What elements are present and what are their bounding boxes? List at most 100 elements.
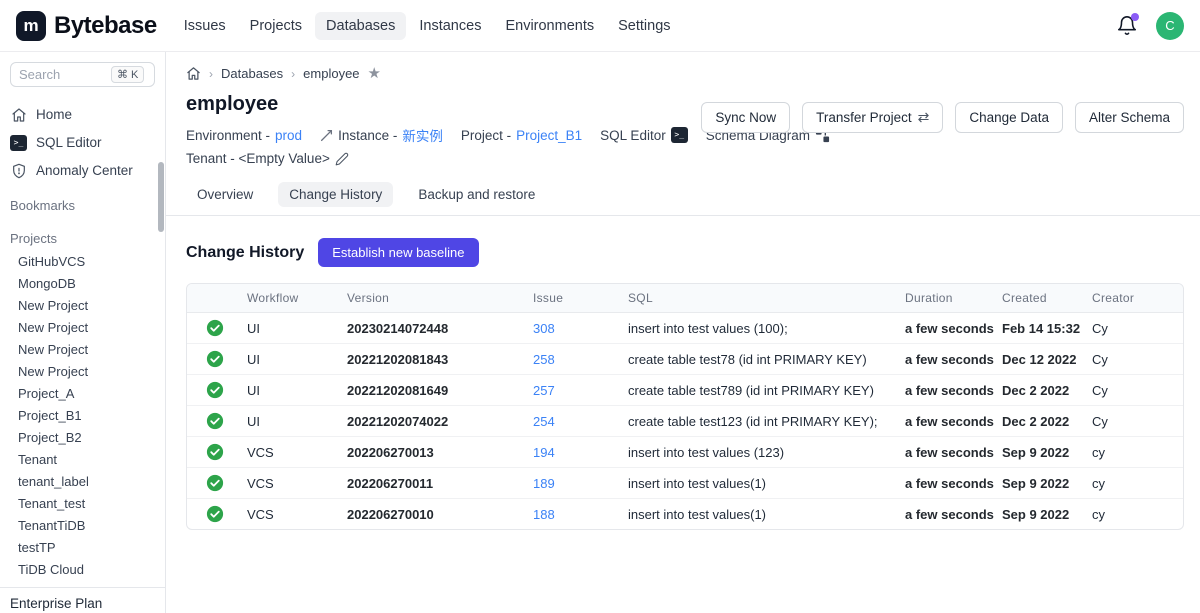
notifications-button[interactable] bbox=[1116, 15, 1138, 37]
project-item-mongodb[interactable]: MongoDB bbox=[0, 272, 165, 294]
cell-workflow: UI bbox=[243, 344, 343, 375]
nav-item-projects[interactable]: Projects bbox=[239, 12, 313, 40]
search-input[interactable] bbox=[19, 67, 111, 82]
project-item-new-project[interactable]: New Project bbox=[0, 338, 165, 360]
database-meta-row-2: Tenant - <Empty Value> bbox=[186, 151, 1184, 166]
sql-editor-link[interactable]: SQL Editor >_ bbox=[600, 127, 688, 143]
issue-link[interactable]: 257 bbox=[533, 383, 555, 398]
cell-issue: 258 bbox=[529, 344, 624, 375]
project-item-tenant[interactable]: Tenant bbox=[0, 448, 165, 470]
home-icon bbox=[186, 66, 201, 81]
cell-sql: insert into test values(1) bbox=[624, 499, 901, 530]
cell-status bbox=[187, 437, 243, 468]
project-item-tenanttidb[interactable]: TenantTiDB bbox=[0, 514, 165, 536]
sidebar: ⌘ K Home>_SQL EditorAnomaly Center Bookm… bbox=[0, 52, 166, 613]
cell-duration: a few seconds bbox=[901, 499, 998, 530]
sidebar-item-anomaly-center[interactable]: Anomaly Center bbox=[0, 157, 165, 184]
button-label: Alter Schema bbox=[1089, 110, 1170, 125]
cell-sql: insert into test values (100); bbox=[624, 313, 901, 344]
project-item-tenant-label[interactable]: tenant_label bbox=[0, 470, 165, 492]
issue-link[interactable]: 308 bbox=[533, 321, 555, 336]
issue-link[interactable]: 194 bbox=[533, 445, 555, 460]
section-heading: Change History bbox=[186, 244, 304, 262]
cell-created: Feb 14 15:32 bbox=[998, 313, 1088, 344]
tab-change-history[interactable]: Change History bbox=[278, 182, 393, 207]
tab-overview[interactable]: Overview bbox=[186, 182, 264, 207]
sidebar-item-home[interactable]: Home bbox=[0, 101, 165, 128]
sidebar-item-label: SQL Editor bbox=[36, 135, 102, 150]
cell-status bbox=[187, 468, 243, 499]
instance-meta: Instance - 新实例 bbox=[320, 125, 443, 145]
cell-version: 202206270011 bbox=[343, 468, 529, 499]
cell-status bbox=[187, 344, 243, 375]
sidebar-item-sql-editor[interactable]: >_SQL Editor bbox=[0, 129, 165, 156]
cell-created: Dec 2 2022 bbox=[998, 406, 1088, 437]
issue-link[interactable]: 254 bbox=[533, 414, 555, 429]
cell-version: 20221202081649 bbox=[343, 375, 529, 406]
column-header-creator: Creator bbox=[1088, 284, 1183, 313]
cell-created: Sep 9 2022 bbox=[998, 499, 1088, 530]
breadcrumb-databases[interactable]: Databases bbox=[221, 66, 283, 81]
project-item-project-b2[interactable]: Project_B2 bbox=[0, 426, 165, 448]
column-header-workflow: Workflow bbox=[243, 284, 343, 313]
project-item-githubvcs[interactable]: GitHubVCS bbox=[0, 250, 165, 272]
nav-item-databases[interactable]: Databases bbox=[315, 12, 406, 40]
cell-version: 202206270013 bbox=[343, 437, 529, 468]
success-check-icon bbox=[206, 412, 224, 430]
issue-link[interactable]: 258 bbox=[533, 352, 555, 367]
search-box[interactable]: ⌘ K bbox=[10, 62, 155, 87]
project-item-new-project[interactable]: New Project bbox=[0, 360, 165, 382]
avatar[interactable]: C bbox=[1156, 12, 1184, 40]
environment-link[interactable]: prod bbox=[275, 128, 302, 143]
sidebar-scrollbar[interactable] bbox=[158, 162, 164, 232]
column-header-status bbox=[187, 284, 243, 313]
action-buttons: Sync Now Transfer Project⇄ Change Data Alte… bbox=[701, 102, 1184, 133]
project-item-tidb-cloud[interactable]: TiDB Cloud bbox=[0, 558, 165, 580]
issue-link[interactable]: 188 bbox=[533, 507, 555, 522]
cell-issue: 254 bbox=[529, 406, 624, 437]
instance-engine-icon bbox=[320, 129, 333, 142]
favorite-star-icon[interactable]: ★ bbox=[368, 66, 381, 81]
cell-issue: 257 bbox=[529, 375, 624, 406]
cell-created: Dec 12 2022 bbox=[998, 344, 1088, 375]
edit-pencil-icon[interactable] bbox=[335, 152, 349, 166]
transfer-project-button[interactable]: Transfer Project⇄ bbox=[802, 102, 943, 133]
button-label: Change Data bbox=[969, 110, 1049, 125]
establish-baseline-button[interactable]: Establish new baseline bbox=[318, 238, 478, 267]
project-item-project-b1[interactable]: Project_B1 bbox=[0, 404, 165, 426]
issue-link[interactable]: 189 bbox=[533, 476, 555, 491]
brand-name: Bytebase bbox=[54, 12, 157, 40]
project-item-new-project[interactable]: New Project bbox=[0, 316, 165, 338]
bytebase-logo[interactable]: m Bytebase bbox=[16, 11, 157, 41]
nav-item-environments[interactable]: Environments bbox=[494, 12, 605, 40]
breadcrumb: › Databases › employee ★ bbox=[186, 66, 1184, 81]
nav-item-settings[interactable]: Settings bbox=[607, 12, 681, 40]
cell-creator: cy bbox=[1088, 468, 1183, 499]
cell-duration: a few seconds bbox=[901, 344, 998, 375]
table-header-row: WorkflowVersionIssueSQLDurationCreatedCr… bbox=[187, 284, 1183, 313]
cell-workflow: VCS bbox=[243, 468, 343, 499]
project-item-tenant-test[interactable]: Tenant_test bbox=[0, 492, 165, 514]
breadcrumb-home[interactable] bbox=[186, 66, 201, 81]
nav-item-instances[interactable]: Instances bbox=[408, 12, 492, 40]
enterprise-plan-link[interactable]: Enterprise Plan bbox=[0, 587, 165, 613]
change-history-table: WorkflowVersionIssueSQLDurationCreatedCr… bbox=[186, 283, 1184, 530]
sync-now-button[interactable]: Sync Now bbox=[701, 102, 790, 133]
alter-schema-button[interactable]: Alter Schema bbox=[1075, 102, 1184, 133]
breadcrumb-employee[interactable]: employee bbox=[303, 66, 359, 81]
tab-divider bbox=[166, 215, 1200, 216]
project-item-testtp[interactable]: testTP bbox=[0, 536, 165, 558]
tab-backup-and-restore[interactable]: Backup and restore bbox=[407, 182, 546, 207]
change-data-button[interactable]: Change Data bbox=[955, 102, 1063, 133]
project-item-project-a[interactable]: Project_A bbox=[0, 382, 165, 404]
bookmarks-section-label: Bookmarks bbox=[0, 194, 165, 217]
column-header-sql: SQL bbox=[624, 284, 901, 313]
cell-version: 20221202081843 bbox=[343, 344, 529, 375]
project-item-new-project[interactable]: New Project bbox=[0, 294, 165, 316]
project-link[interactable]: Project_B1 bbox=[516, 128, 582, 143]
column-header-version: Version bbox=[343, 284, 529, 313]
instance-link[interactable]: 新实例 bbox=[402, 125, 443, 145]
nav-item-issues[interactable]: Issues bbox=[173, 12, 237, 40]
notification-dot bbox=[1131, 13, 1139, 21]
cell-creator: Cy bbox=[1088, 344, 1183, 375]
